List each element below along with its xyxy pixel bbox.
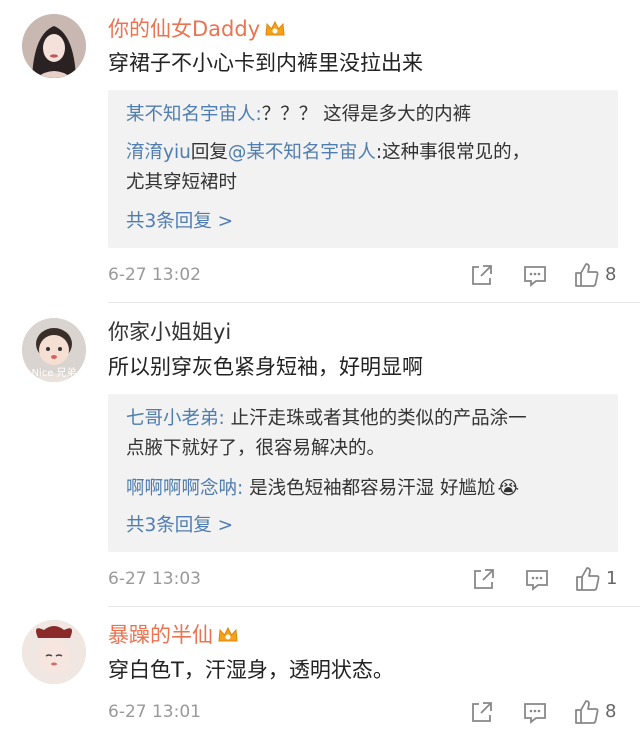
username-text[interactable]: 暴躁的半仙	[108, 623, 213, 647]
reply-item[interactable]: 七哥小老弟: 止汗走珠或者其他的类似的产品涂一 点腋下就好了，很容易解决的。	[126, 404, 606, 464]
crown-icon	[217, 623, 239, 642]
like-count: 8	[605, 264, 617, 285]
thumbs-up-icon[interactable]	[575, 566, 601, 592]
reply-author[interactable]: 啊啊啊啊念呐:	[126, 478, 243, 499]
thumbs-up-icon[interactable]	[574, 699, 600, 725]
reply-author[interactable]: 某不知名宇宙人:	[126, 104, 262, 125]
reply-item[interactable]: 淯淯yiu回复@某不知名宇宙人:这种事很常见的， 尤其穿短裙时	[126, 138, 606, 198]
more-replies-link[interactable]: 共3条回复 >	[126, 512, 233, 540]
reply-text-continued: 尤其穿短裙时	[126, 172, 238, 193]
share-icon[interactable]	[470, 263, 494, 287]
reply-text: ？？？ 这得是多大的内裤	[261, 104, 472, 125]
username[interactable]: 你家小姐姐yi	[108, 318, 231, 346]
avatar-caption: Nice 兄弟	[31, 368, 77, 379]
like-count: 8	[605, 701, 617, 722]
reply-text: 是浅色短袖都容易汗湿 好尴尬	[243, 478, 496, 499]
avatar[interactable]	[22, 620, 86, 684]
avatar[interactable]	[22, 14, 86, 78]
timestamp: 6-27 13:03	[108, 569, 201, 589]
reply-author[interactable]: 七哥小老弟:	[126, 408, 225, 429]
share-icon[interactable]	[470, 700, 494, 724]
more-replies-link[interactable]: 共3条回复 >	[126, 208, 233, 236]
reply-item[interactable]: 某不知名宇宙人:？？？ 这得是多大的内裤	[126, 100, 606, 130]
username[interactable]: 暴躁的半仙	[108, 621, 239, 649]
reply-connector: 回复	[190, 142, 228, 163]
divider	[108, 302, 640, 303]
reply-text: 止汗走珠或者其他的类似的产品涂一	[224, 408, 527, 429]
username[interactable]: 你的仙女Daddy	[108, 15, 286, 43]
timestamp: 6-27 13:01	[108, 702, 201, 722]
reply-text: :这种事很常见的，	[375, 142, 531, 163]
thumbs-up-icon[interactable]	[574, 262, 600, 288]
like-count: 1	[606, 568, 618, 589]
comment-icon[interactable]	[525, 568, 549, 592]
comment-text: 穿白色T，汗湿身，透明状态。	[108, 658, 394, 682]
crying-emoji-icon: 😭	[497, 478, 520, 499]
divider	[108, 606, 640, 607]
reply-box[interactable]: 某不知名宇宙人:？？？ 这得是多大的内裤 淯淯yiu回复@某不知名宇宙人:这种事…	[108, 90, 618, 248]
reply-author[interactable]: 淯淯yiu	[126, 142, 191, 163]
comment-icon[interactable]	[523, 701, 547, 725]
reply-mention[interactable]: @某不知名宇宙人	[228, 142, 376, 163]
avatar[interactable]: Nice 兄弟	[22, 318, 86, 382]
timestamp: 6-27 13:02	[108, 265, 201, 285]
reply-text-continued: 点腋下就好了，很容易解决的。	[126, 438, 386, 459]
comment-text: 所以别穿灰色紧身短袖，好明显啊	[108, 355, 423, 379]
reply-box[interactable]: 七哥小老弟: 止汗走珠或者其他的类似的产品涂一 点腋下就好了，很容易解决的。 啊…	[108, 394, 618, 552]
comment-text: 穿裙子不小心卡到内裤里没拉出来	[108, 51, 423, 75]
comment-icon[interactable]	[523, 264, 547, 288]
username-text[interactable]: 你的仙女Daddy	[108, 17, 260, 41]
reply-item[interactable]: 啊啊啊啊念呐: 是浅色短袖都容易汗湿 好尴尬 😭	[126, 474, 606, 504]
crown-icon	[264, 17, 286, 36]
share-icon[interactable]	[472, 567, 496, 591]
